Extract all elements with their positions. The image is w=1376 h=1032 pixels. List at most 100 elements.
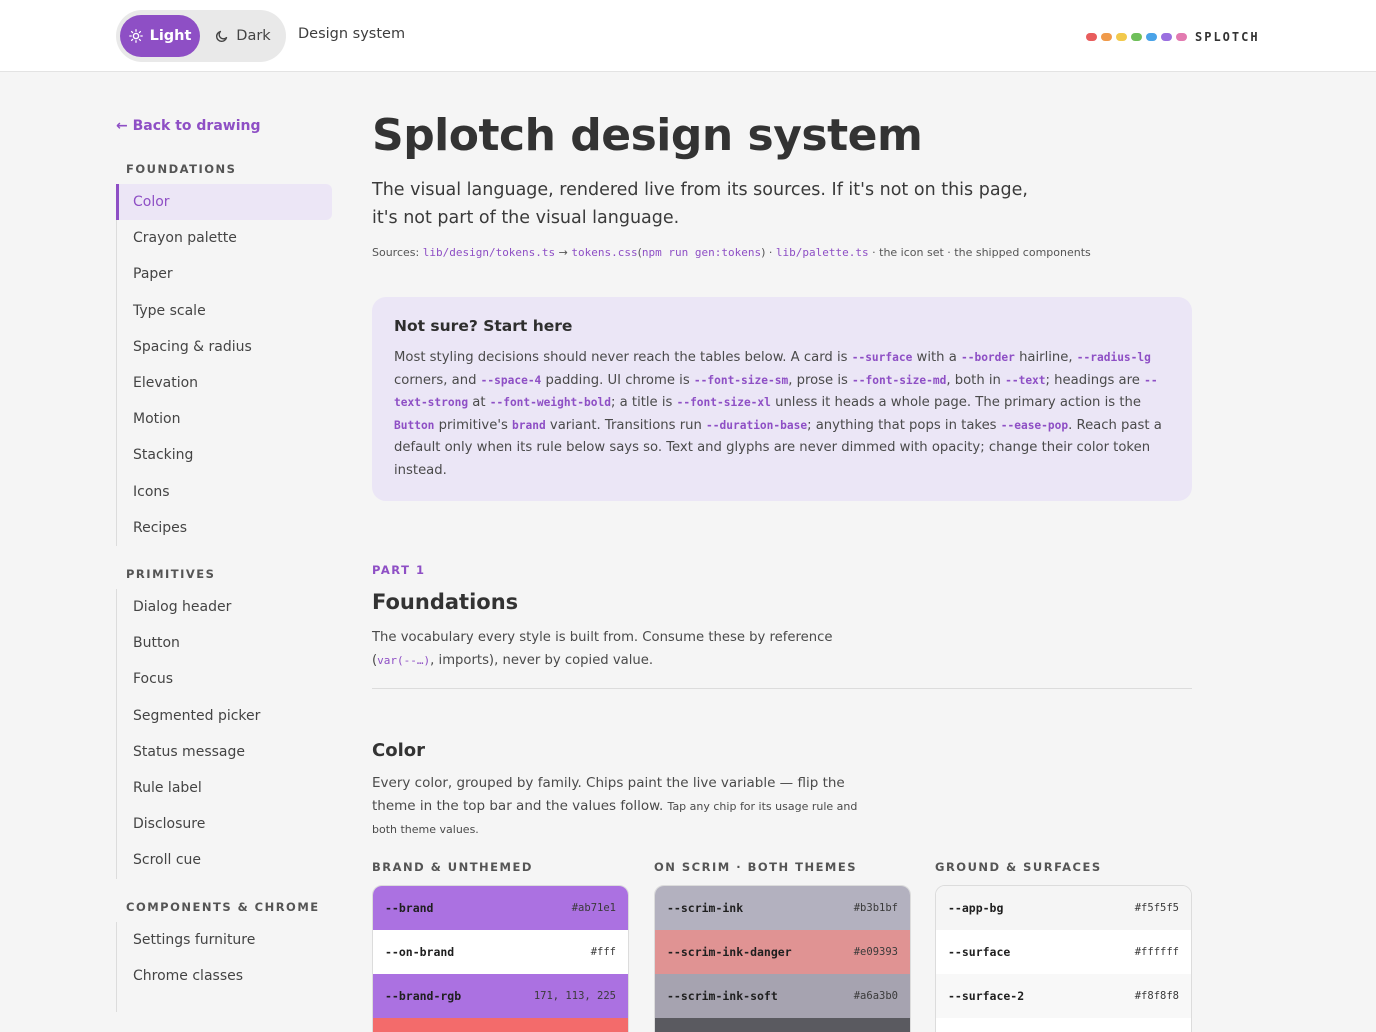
- sidebar-item-status-message[interactable]: Status message: [117, 734, 332, 770]
- nav-heading-components: COMPONENTS & CHROME: [126, 900, 320, 914]
- sidebar-item-chrome-classes[interactable]: Chrome classes: [117, 958, 332, 994]
- color-chip-value: #f8f8f8: [1134, 990, 1179, 1002]
- nav-group-components: Settings furniture Chrome classes: [116, 922, 332, 1012]
- sidebar-item-paper[interactable]: Paper: [117, 256, 332, 292]
- sidebar-item-icons[interactable]: Icons: [117, 474, 332, 510]
- color-chip[interactable]: --scrim-ink-soft #a6a3b0: [655, 974, 910, 1018]
- nav-group-primitives: Dialog header Button Focus Segmented picker…: [116, 589, 332, 879]
- color-chip[interactable]: --surface #ffffff: [936, 930, 1191, 974]
- sources-rest: · the icon set · the shipped components: [872, 246, 1091, 259]
- section-desc-text-2: , imports), never by copied value.: [430, 653, 654, 668]
- sidebar-item-color[interactable]: Color: [116, 184, 332, 221]
- source-tokens-css[interactable]: tokens.css: [571, 246, 637, 259]
- callout-title: Not sure? Start here: [394, 317, 573, 335]
- color-chip-name: --brand-rgb: [385, 989, 462, 1003]
- logo-dot: [1086, 33, 1097, 41]
- start-here-callout: Not sure? Start here Most styling decisi…: [372, 297, 1192, 501]
- section-desc-foundations: The vocabulary every style is built from…: [372, 630, 833, 668]
- back-link-label: Back to drawing: [132, 118, 261, 134]
- color-chip-value: #b3b1bf: [853, 902, 898, 914]
- section-desc-code: var(--…): [377, 654, 431, 667]
- color-chip-name: --scrim-ink-danger: [667, 945, 792, 959]
- sidebar-item-settings-furniture[interactable]: Settings furniture: [117, 922, 332, 958]
- source-palette-ts[interactable]: lib/palette.ts: [776, 246, 869, 259]
- source-tokens-ts[interactable]: lib/design/tokens.ts: [423, 246, 555, 259]
- sidebar-item-dialog-header[interactable]: Dialog header: [117, 589, 332, 625]
- arrow-left-icon: ←: [116, 118, 128, 134]
- theme-light-label: Light: [149, 28, 192, 44]
- sources-label: Sources:: [372, 246, 420, 259]
- nav-group-foundations: Color Crayon palette Paper Type scale Spacin…: [116, 184, 332, 546]
- back-to-drawing-link[interactable]: ← Back to drawing: [116, 118, 261, 134]
- sidebar-item-rule-label[interactable]: Rule label: [117, 770, 332, 806]
- color-chip[interactable]: --surface-2 #f8f8f8: [936, 974, 1191, 1018]
- color-chip[interactable]: --brand #ab71e1: [373, 886, 628, 930]
- color-chip-name: --surface: [948, 945, 1011, 959]
- sidebar-nav: ← Back to drawing FOUNDATIONS Color Crayo…: [116, 72, 336, 1032]
- splotch-logo[interactable]: SPLOTCH: [1086, 29, 1260, 45]
- logo-dot: [1176, 33, 1187, 41]
- sidebar-item-scroll-cue[interactable]: Scroll cue: [117, 842, 332, 878]
- color-chip[interactable]: --scrim-ink #b3b1bf: [655, 886, 910, 930]
- theme-dark-label: Dark: [236, 28, 271, 44]
- color-chip-value: #f5f5f5: [1134, 902, 1179, 914]
- sidebar-item-stacking[interactable]: Stacking: [117, 437, 332, 473]
- part-label: PART 1: [372, 563, 426, 577]
- sidebar-item-disclosure[interactable]: Disclosure: [117, 806, 332, 842]
- color-chip[interactable]: --scrim: [655, 1018, 910, 1032]
- sidebar-item-recipes[interactable]: Recipes: [117, 510, 332, 546]
- nav-heading-primitives: PRIMITIVES: [126, 567, 216, 581]
- color-chip[interactable]: --on-brand #fff: [373, 930, 628, 974]
- topbar-title: Design system: [298, 26, 406, 42]
- section-divider: [372, 688, 1192, 689]
- color-chip[interactable]: --danger: [373, 1018, 628, 1032]
- moon-icon: [216, 30, 228, 43]
- subsection-desc-color: Every color, grouped by family. Chips pa…: [372, 772, 872, 841]
- source-gen-command: npm run gen:tokens: [641, 246, 762, 259]
- color-chip[interactable]: --scrim-ink-danger #e09393: [655, 930, 910, 974]
- logo-dot: [1131, 33, 1142, 41]
- theme-dark-button[interactable]: Dark: [206, 15, 280, 57]
- color-chip-name: --scrim-ink: [667, 901, 744, 915]
- sidebar-item-motion[interactable]: Motion: [117, 401, 332, 437]
- sidebar-item-type-scale[interactable]: Type scale: [117, 293, 332, 329]
- sun-icon: [128, 29, 143, 43]
- sidebar-item-spacing-radius[interactable]: Spacing & radius: [117, 329, 332, 365]
- logo-dots: [1086, 33, 1187, 41]
- color-chip-value: #ab71e1: [571, 902, 616, 914]
- logo-dot: [1161, 33, 1172, 41]
- color-chip-card: --scrim-ink #b3b1bf --scrim-ink-danger #e09…: [654, 885, 911, 1032]
- sidebar-item-focus[interactable]: Focus: [117, 661, 332, 697]
- color-chip-name: --brand: [385, 901, 434, 915]
- color-group-label: ON SCRIM · BOTH THEMES: [654, 860, 858, 874]
- color-group-label: BRAND & UNTHEMED: [372, 860, 533, 874]
- color-chip-value: #fff: [590, 946, 616, 958]
- color-chip[interactable]: --app-bg #f5f5f5: [936, 886, 1191, 930]
- logo-dot: [1146, 33, 1157, 41]
- color-chip-card: --brand #ab71e1 --on-brand #fff --brand-rgb 1…: [372, 885, 629, 1032]
- color-chip-name: --scrim-ink-soft: [667, 989, 778, 1003]
- page-title: Splotch design system: [372, 110, 923, 161]
- color-chip-value: #e09393: [853, 946, 898, 958]
- sources-line: Sources: lib/design/tokens.ts → tokens.c…: [372, 246, 1091, 259]
- color-chip[interactable]: --brand-rgb 171, 113, 225: [373, 974, 628, 1018]
- callout-body: Most styling decisions should never reac…: [394, 350, 1162, 478]
- page-lede: The visual language, rendered live from …: [372, 180, 1028, 228]
- logo-dot: [1116, 33, 1127, 41]
- color-chip-card: --app-bg #f5f5f5 --surface #ffffff --surface…: [935, 885, 1192, 1032]
- section-desc-text-1: The vocabulary every style is built from…: [372, 630, 833, 645]
- sidebar-item-elevation[interactable]: Elevation: [117, 365, 332, 401]
- section-title-foundations: Foundations: [372, 590, 519, 614]
- theme-toggle: Light Dark: [116, 10, 286, 62]
- sidebar-item-crayon-palette[interactable]: Crayon palette: [117, 220, 332, 256]
- color-chip[interactable]: --surface-3: [936, 1018, 1191, 1032]
- top-bar: Light Dark Design system SPLOTCH: [0, 0, 1376, 72]
- sidebar-item-segmented-picker[interactable]: Segmented picker: [117, 698, 332, 734]
- logo-wordmark: SPLOTCH: [1195, 30, 1260, 44]
- sidebar-item-button[interactable]: Button: [117, 625, 332, 661]
- color-chip-name: --on-brand: [385, 945, 455, 959]
- logo-dot: [1101, 33, 1112, 41]
- theme-light-button[interactable]: Light: [120, 15, 200, 57]
- color-chip-value: #a6a3b0: [853, 990, 898, 1002]
- color-group-label: GROUND & SURFACES: [935, 860, 1102, 874]
